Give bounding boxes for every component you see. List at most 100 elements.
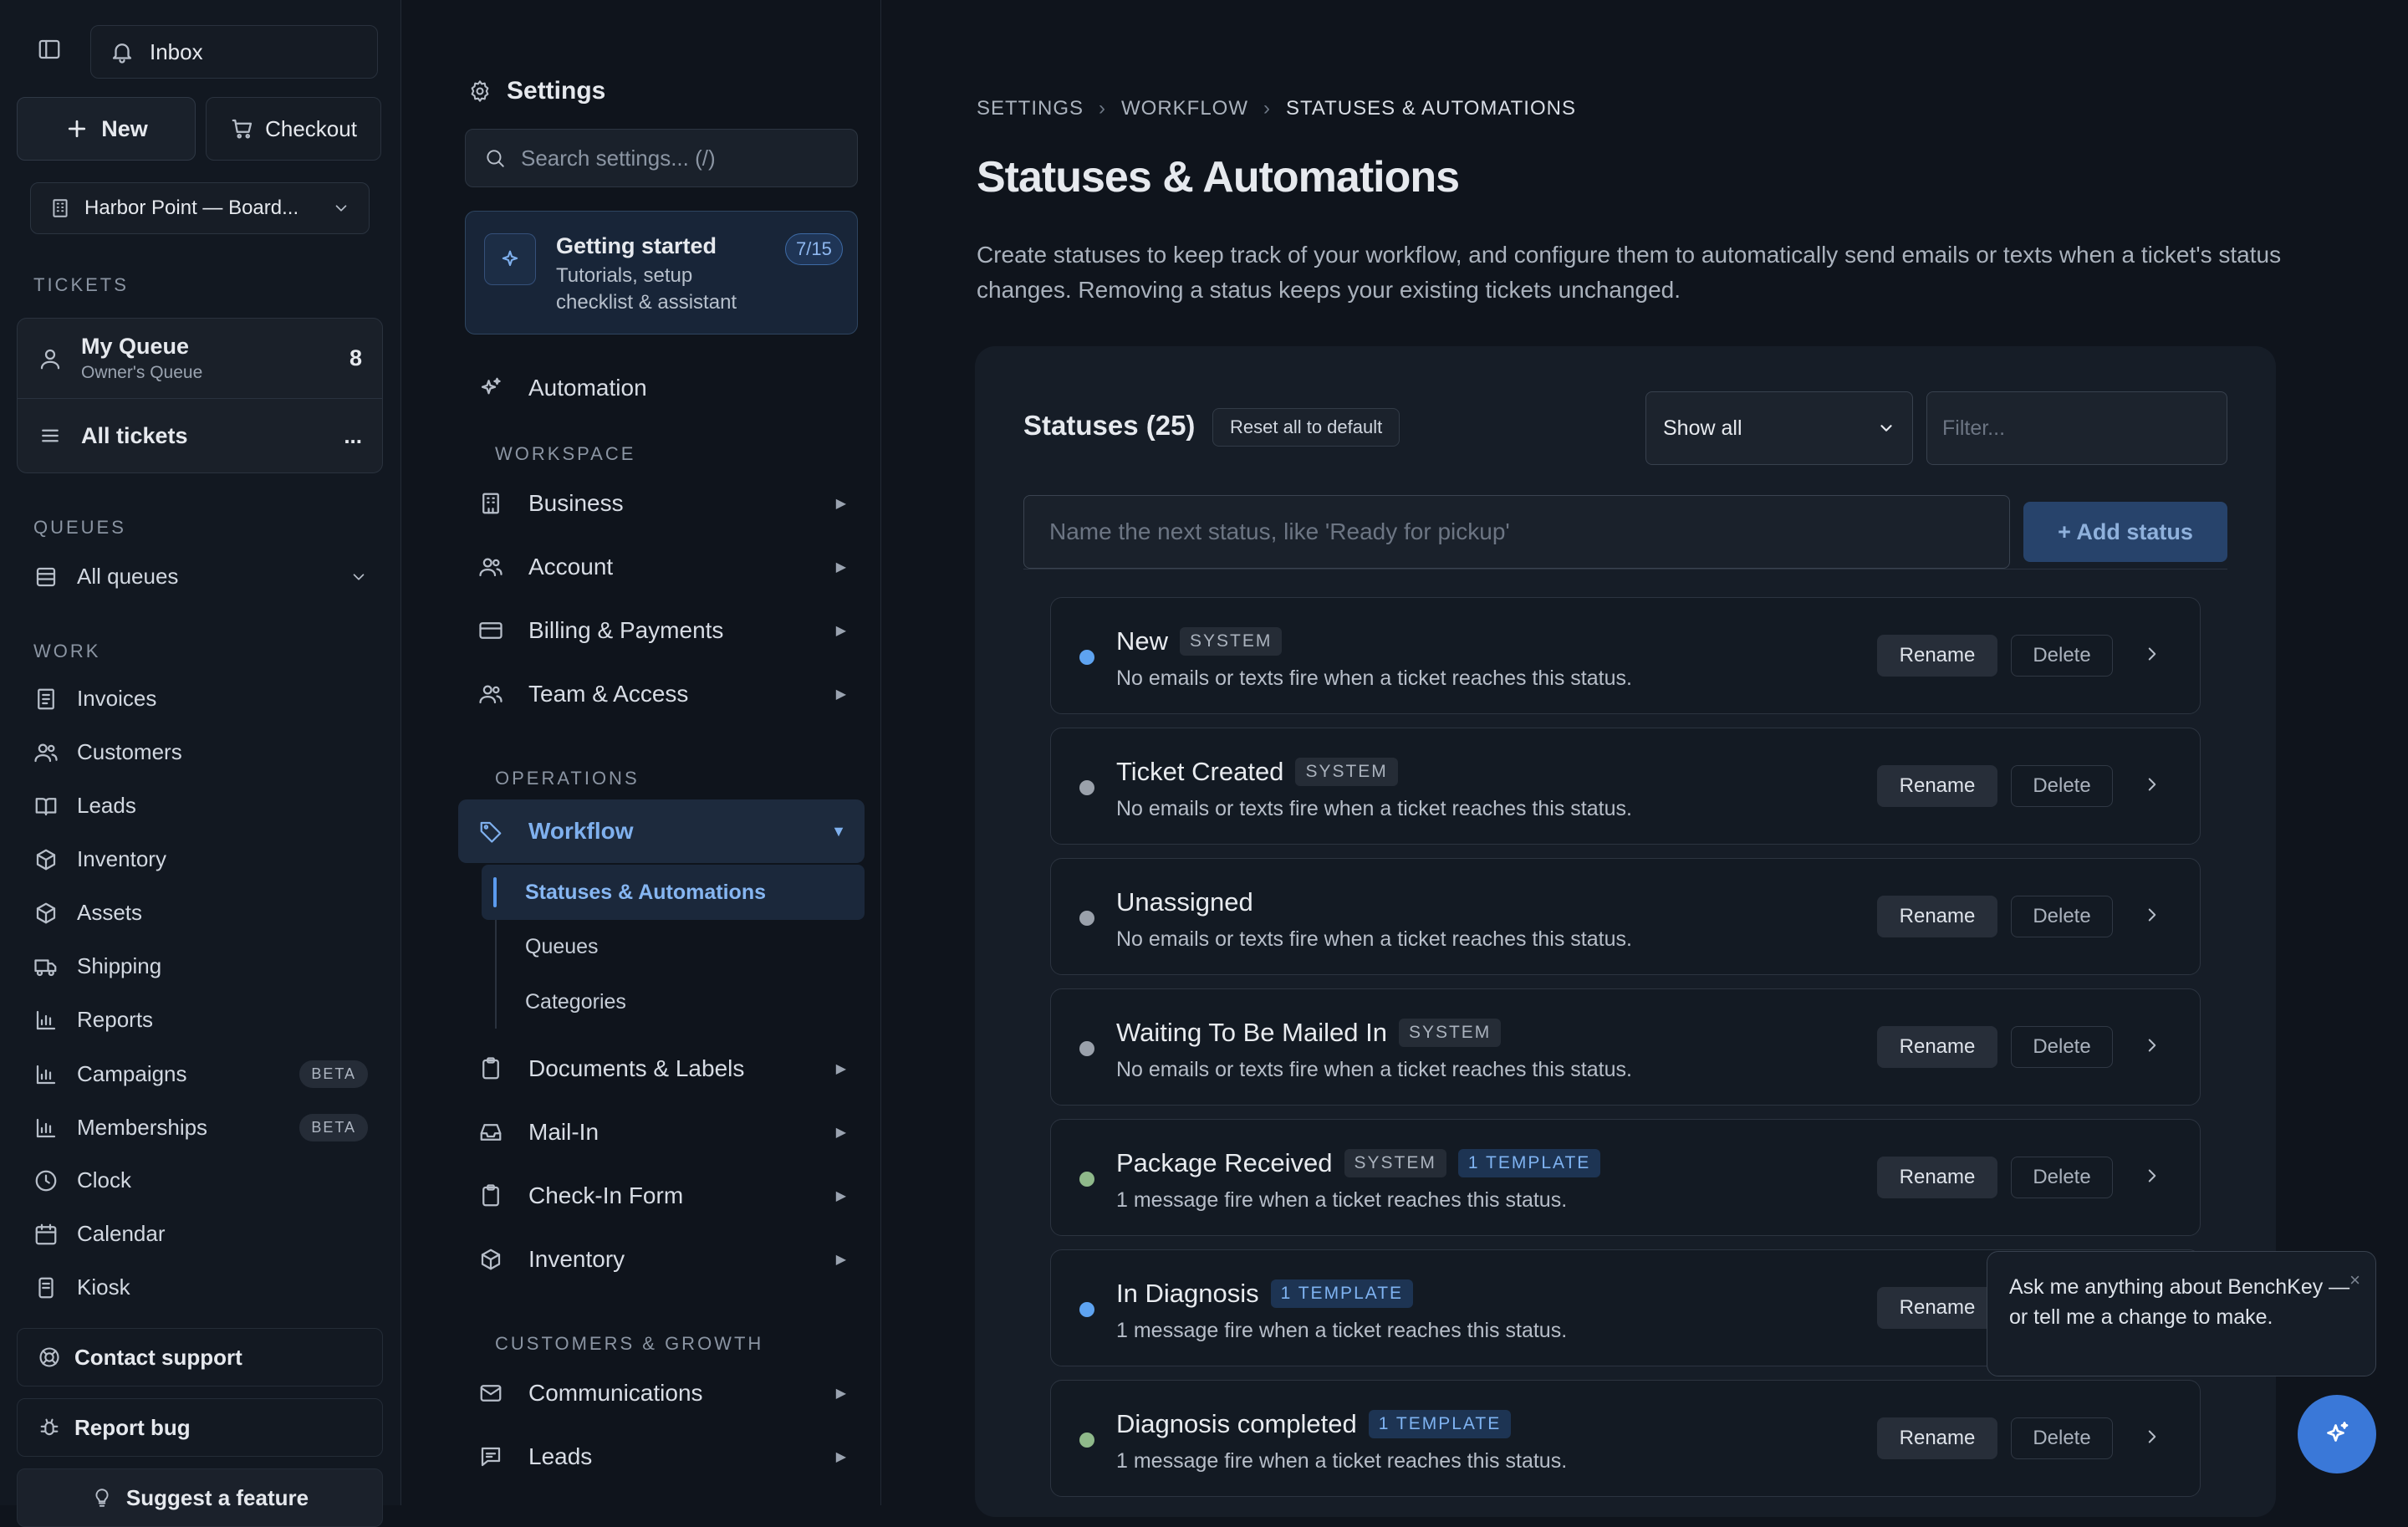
building-icon: [53, 199, 68, 217]
getting-started-card[interactable]: Getting started Tutorials, setup checkli…: [465, 211, 858, 335]
show-filter-select[interactable]: Show all: [1645, 391, 1913, 465]
chevron-right-icon[interactable]: [2141, 1165, 2163, 1187]
store-selector[interactable]: Harbor Point — Board...: [30, 182, 370, 234]
settings-title-text: Settings: [507, 77, 606, 105]
settings-item-documents-and-labels[interactable]: Documents & Labels ▶: [478, 1055, 846, 1082]
sidebar-item-customers[interactable]: Customers: [33, 739, 368, 765]
settings-item-communications[interactable]: Communications ▶: [478, 1380, 846, 1407]
sidebar-item-clock[interactable]: Clock: [33, 1167, 368, 1193]
bug-icon: [40, 1418, 59, 1436]
sidebar-item-assets[interactable]: Assets: [33, 900, 368, 926]
add-status-button[interactable]: + Add status: [2023, 502, 2227, 562]
all-tickets-item[interactable]: All tickets ...: [18, 399, 382, 472]
delete-button[interactable]: Delete: [2011, 1417, 2113, 1459]
settings-subitem-categories[interactable]: Categories: [525, 990, 626, 1014]
tickets-heading: TICKETS: [33, 274, 129, 295]
assistant-button[interactable]: [2298, 1395, 2376, 1473]
settings-subitem-queues[interactable]: Queues: [525, 935, 599, 959]
sidebar-item-inventory[interactable]: Inventory: [33, 846, 368, 872]
status-row[interactable]: New SYSTEM No emails or texts fire when a …: [1050, 597, 2201, 714]
breadcrumb-workflow[interactable]: WORKFLOW: [1121, 97, 1248, 120]
settings-item-automation[interactable]: Automation: [478, 375, 846, 401]
all-queues-item[interactable]: All queues: [33, 564, 368, 590]
status-name: In Diagnosis: [1116, 1279, 1259, 1308]
box-icon: [36, 902, 56, 923]
my-queue-item[interactable]: My Queue Owner's Queue 8: [18, 319, 382, 399]
sidebar-item-reports[interactable]: Reports: [33, 1007, 368, 1033]
status-description: No emails or texts fire when a ticket re…: [1116, 666, 1632, 690]
status-row[interactable]: Unassigned No emails or texts fire when a…: [1050, 858, 2201, 975]
settings-item-account[interactable]: Account ▶: [478, 554, 846, 580]
close-icon[interactable]: ×: [2349, 1265, 2360, 1295]
checkout-button[interactable]: Checkout: [206, 97, 381, 161]
sidebar-item-kiosk[interactable]: Kiosk: [33, 1274, 368, 1300]
status-row[interactable]: Diagnosis completed 1 TEMPLATE 1 message f…: [1050, 1380, 2201, 1497]
reset-defaults-button[interactable]: Reset all to default: [1212, 408, 1400, 447]
sidebar-item-memberships[interactable]: Memberships BETA: [33, 1114, 368, 1141]
delete-button[interactable]: Delete: [2011, 1026, 2113, 1068]
my-queue-subtitle: Owner's Queue: [81, 363, 203, 382]
chat-icon: [481, 1447, 501, 1467]
status-description: No emails or texts fire when a ticket re…: [1116, 1058, 1632, 1081]
sidebar-item-calendar[interactable]: Calendar: [33, 1221, 368, 1247]
breadcrumb-settings[interactable]: SETTINGS: [977, 97, 1084, 120]
rename-button[interactable]: Rename: [1877, 1157, 1997, 1198]
sidebar-toggle-icon[interactable]: [37, 37, 62, 62]
sidebar-item-leads[interactable]: Leads: [33, 793, 368, 819]
settings-item-check-in-form[interactable]: Check-In Form ▶: [478, 1182, 846, 1209]
delete-button[interactable]: Delete: [2011, 635, 2113, 677]
settings-item-business[interactable]: Business ▶: [478, 490, 846, 517]
sidebar-item-label: Assets: [77, 900, 143, 925]
new-button[interactable]: New: [17, 97, 196, 161]
sidebar-item-shipping[interactable]: Shipping: [33, 953, 368, 979]
suggest-feature-button[interactable]: Suggest a feature: [17, 1468, 383, 1527]
rename-button[interactable]: Rename: [1877, 635, 1997, 677]
delete-button[interactable]: Delete: [2011, 765, 2113, 807]
status-row[interactable]: Ticket Created SYSTEM No emails or texts f…: [1050, 728, 2201, 845]
main-sidebar: Inbox New Checkout Harbor Point — Board.…: [0, 0, 401, 1527]
rename-button[interactable]: Rename: [1877, 1417, 1997, 1459]
caret-right-icon: ▶: [835, 497, 846, 511]
more-options-icon[interactable]: ...: [344, 423, 362, 449]
settings-item-label: Account: [528, 554, 614, 580]
chevron-right-icon[interactable]: [2141, 774, 2163, 795]
settings-item-leads[interactable]: Leads ▶: [478, 1443, 846, 1470]
settings-item-team-and-access[interactable]: Team & Access ▶: [478, 681, 846, 707]
rename-button[interactable]: Rename: [1877, 1026, 1997, 1068]
status-row[interactable]: Waiting To Be Mailed In SYSTEM No emails o…: [1050, 988, 2201, 1106]
new-status-input[interactable]: Name the next status, like 'Ready for pi…: [1023, 495, 2010, 569]
rename-button[interactable]: Rename: [1877, 1287, 1997, 1329]
page-description: Create statuses to keep track of your wo…: [977, 242, 2282, 303]
rename-button[interactable]: Rename: [1877, 896, 1997, 937]
settings-item-label: Documents & Labels: [528, 1055, 745, 1081]
chevron-right-icon[interactable]: [2141, 1426, 2163, 1448]
chevron-right-icon[interactable]: [2141, 1034, 2163, 1056]
settings-item-mail-in[interactable]: Mail-In ▶: [478, 1119, 846, 1146]
settings-search-input[interactable]: Search settings... (/): [465, 129, 858, 187]
chevron-right-icon[interactable]: [2141, 904, 2163, 926]
sidebar-item-campaigns[interactable]: Campaigns BETA: [33, 1060, 368, 1088]
breadcrumb-separator-icon: ›: [1263, 97, 1272, 120]
suggest-feature-label: Suggest a feature: [125, 1484, 309, 1510]
delete-button[interactable]: Delete: [2011, 896, 2113, 937]
delete-button[interactable]: Delete: [2011, 1157, 2113, 1198]
inbox-button[interactable]: Inbox: [90, 25, 378, 79]
chevron-right-icon[interactable]: [2141, 643, 2163, 665]
rename-button[interactable]: Rename: [1877, 765, 1997, 807]
report-bug-button[interactable]: Report bug: [17, 1398, 383, 1457]
store-name: Harbor Point — Board...: [84, 197, 299, 219]
filter-input[interactable]: Filter...: [1926, 391, 2227, 465]
sidebar-item-label: Campaigns: [77, 1061, 187, 1086]
sidebar-item-label: Invoices: [77, 686, 157, 711]
sidebar-item-label: Clock: [77, 1167, 132, 1192]
settings-item-inventory[interactable]: Inventory ▶: [478, 1246, 846, 1273]
settings-subitem-statuses[interactable]: Statuses & Automations: [482, 865, 865, 920]
workspace-heading: WORKSPACE: [495, 443, 636, 464]
caret-right-icon: ▶: [835, 687, 846, 702]
settings-item-billing-and-payments[interactable]: Billing & Payments ▶: [478, 617, 846, 644]
settings-item-workflow[interactable]: Workflow ▼: [458, 799, 865, 863]
contact-support-button[interactable]: Contact support: [17, 1328, 383, 1387]
status-row[interactable]: Package Received SYSTEM 1 TEMPLATE 1 messag…: [1050, 1119, 2201, 1236]
sidebar-item-invoices[interactable]: Invoices: [33, 686, 368, 712]
template-badge: 1 TEMPLATE: [1270, 1279, 1414, 1308]
